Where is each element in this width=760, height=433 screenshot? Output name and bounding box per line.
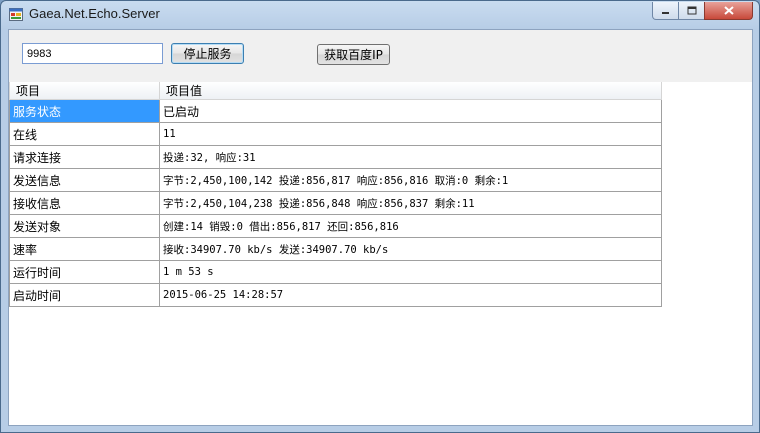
- close-icon: [723, 6, 734, 15]
- table-row[interactable]: 速率 接收:34907.70 kb/s 发送:34907.70 kb/s: [9, 237, 662, 261]
- table-row[interactable]: 在线 11: [9, 122, 662, 146]
- app-window-icon: [9, 8, 23, 21]
- table-row[interactable]: 请求连接 投递:32, 响应:31: [9, 145, 662, 169]
- row-value-cell[interactable]: 已启动: [159, 99, 662, 123]
- table-row[interactable]: 发送对象 创建:14 销毁:0 借出:856,817 还回:856,816: [9, 214, 662, 238]
- row-value-cell[interactable]: 字节:2,450,100,142 投递:856,817 响应:856,816 取…: [159, 168, 662, 192]
- grid-header-row: 项目 项目值: [9, 82, 662, 100]
- minimize-button[interactable]: [652, 2, 679, 20]
- minimize-icon: [662, 11, 669, 14]
- app-window: Gaea.Net.Echo.Server 停止服务 获取百度IP 项目 项目值: [0, 0, 760, 433]
- row-item-cell[interactable]: 发送信息: [9, 168, 160, 192]
- row-item-cell[interactable]: 接收信息: [9, 191, 160, 215]
- row-value-cell[interactable]: 投递:32, 响应:31: [159, 145, 662, 169]
- row-item-cell[interactable]: 在线: [9, 122, 160, 146]
- status-grid[interactable]: 项目 项目值 服务状态 已启动 在线 11 请求连接 投递:32, 响应:31: [9, 82, 662, 307]
- port-input[interactable]: [22, 43, 163, 64]
- row-value-cell[interactable]: 字节:2,450,104,238 投递:856,848 响应:856,837 剩…: [159, 191, 662, 215]
- toolbar: 停止服务 获取百度IP: [9, 30, 752, 82]
- table-row[interactable]: 服务状态 已启动: [9, 99, 662, 123]
- window-title: Gaea.Net.Echo.Server: [29, 6, 160, 21]
- column-header-item[interactable]: 项目: [9, 82, 160, 100]
- get-baidu-ip-button[interactable]: 获取百度IP: [317, 44, 390, 65]
- row-value-cell[interactable]: 1 m 53 s: [159, 260, 662, 284]
- row-value-cell[interactable]: 创建:14 销毁:0 借出:856,817 还回:856,816: [159, 214, 662, 238]
- row-item-cell[interactable]: 发送对象: [9, 214, 160, 238]
- close-button[interactable]: [704, 2, 753, 20]
- row-item-cell[interactable]: 请求连接: [9, 145, 160, 169]
- row-value-cell[interactable]: 2015-06-25 14:28:57: [159, 283, 662, 307]
- title-bar[interactable]: Gaea.Net.Echo.Server: [1, 1, 759, 29]
- row-item-cell[interactable]: 服务状态: [9, 99, 160, 123]
- row-item-cell[interactable]: 速率: [9, 237, 160, 261]
- maximize-icon: [687, 6, 696, 15]
- row-item-cell[interactable]: 启动时间: [9, 283, 160, 307]
- table-row[interactable]: 运行时间 1 m 53 s: [9, 260, 662, 284]
- column-header-value[interactable]: 项目值: [159, 82, 662, 100]
- table-row[interactable]: 接收信息 字节:2,450,104,238 投递:856,848 响应:856,…: [9, 191, 662, 215]
- client-area: 停止服务 获取百度IP 项目 项目值 服务状态 已启动 在线 11: [8, 29, 753, 426]
- row-item-cell[interactable]: 运行时间: [9, 260, 160, 284]
- table-row[interactable]: 发送信息 字节:2,450,100,142 投递:856,817 响应:856,…: [9, 168, 662, 192]
- stop-service-button[interactable]: 停止服务: [171, 43, 244, 64]
- row-value-cell[interactable]: 11: [159, 122, 662, 146]
- table-row[interactable]: 启动时间 2015-06-25 14:28:57: [9, 283, 662, 307]
- row-value-cell[interactable]: 接收:34907.70 kb/s 发送:34907.70 kb/s: [159, 237, 662, 261]
- maximize-button[interactable]: [678, 2, 705, 20]
